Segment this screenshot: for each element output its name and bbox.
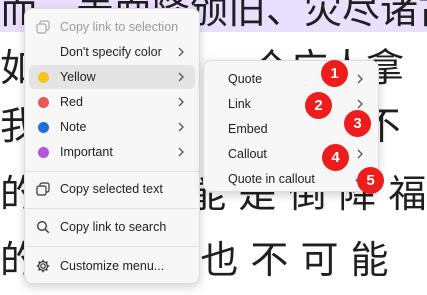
annotation-badge: 4 bbox=[322, 144, 349, 171]
menu-item-label: Customize menu... bbox=[60, 259, 165, 273]
chevron-right-icon bbox=[354, 148, 366, 160]
annotation-badge: 2 bbox=[305, 92, 332, 119]
menu-item-label: Link bbox=[228, 97, 251, 111]
callout-item[interactable]: Callout bbox=[208, 142, 374, 166]
menu-item-label: Embed bbox=[228, 122, 268, 136]
note-item[interactable]: Note bbox=[29, 115, 195, 139]
customize-menu-item[interactable]: Customize menu... bbox=[29, 254, 195, 278]
annotation-badge: 1 bbox=[321, 60, 348, 87]
quote-item[interactable]: Quote bbox=[208, 67, 374, 91]
menu-item-label: Important bbox=[60, 145, 113, 159]
context-menu: Copy link to selection Don't specify col… bbox=[24, 8, 200, 284]
copy-link-to-search-item[interactable]: Copy link to search bbox=[29, 215, 195, 239]
menu-item-label: Don't specify color bbox=[60, 45, 162, 59]
menu-item-label: Yellow bbox=[60, 70, 96, 84]
annotation-badge: 5 bbox=[357, 167, 384, 194]
chevron-right-icon bbox=[175, 146, 187, 158]
copy-selected-text-item[interactable]: Copy selected text bbox=[29, 177, 195, 201]
chevron-right-icon bbox=[175, 71, 187, 83]
menu-item-label: Quote bbox=[228, 72, 263, 86]
menu-item-label: Copy link to search bbox=[60, 220, 167, 234]
annotation-badge: 3 bbox=[344, 110, 371, 137]
yellow-dot-icon bbox=[35, 69, 51, 85]
menu-item-label: Copy link to selection bbox=[60, 20, 179, 34]
copy-icon bbox=[35, 19, 51, 35]
purple-dot-icon bbox=[35, 144, 51, 160]
purple-dot-icon-shape bbox=[37, 146, 49, 158]
menu-item-label: Quote in callout bbox=[228, 172, 315, 186]
chevron-right-icon bbox=[354, 98, 366, 110]
chevron-right-icon bbox=[354, 73, 366, 85]
important-item[interactable]: Important bbox=[29, 140, 195, 164]
search-icon bbox=[35, 219, 51, 235]
blue-dot-icon bbox=[35, 119, 51, 135]
menu-separator bbox=[25, 171, 199, 172]
gear-icon bbox=[35, 258, 51, 274]
menu-separator bbox=[25, 208, 199, 209]
red-dot-icon-shape bbox=[37, 96, 49, 108]
copy-link-to-selection-item[interactable]: Copy link to selection bbox=[29, 15, 195, 39]
red-dot-icon bbox=[35, 94, 51, 110]
menu-item-label: Red bbox=[60, 95, 83, 109]
menu-separator bbox=[25, 246, 199, 247]
chevron-right-icon bbox=[175, 46, 187, 58]
yellow-item[interactable]: Yellow bbox=[29, 65, 195, 89]
quote-in-callout-item[interactable]: Quote in callout bbox=[208, 167, 374, 191]
blue-dot-icon-shape bbox=[37, 121, 49, 133]
copy-icon bbox=[35, 181, 51, 197]
menu-item-label: Note bbox=[60, 120, 87, 134]
red-item[interactable]: Red bbox=[29, 90, 195, 114]
yellow-dot-icon-shape bbox=[37, 71, 49, 83]
chevron-right-icon bbox=[175, 121, 187, 133]
chevron-right-icon bbox=[175, 96, 187, 108]
menu-item-label: Copy selected text bbox=[60, 182, 163, 196]
menu-item-label: Callout bbox=[228, 147, 267, 161]
dont-specify-color-item[interactable]: Don't specify color bbox=[29, 40, 195, 64]
